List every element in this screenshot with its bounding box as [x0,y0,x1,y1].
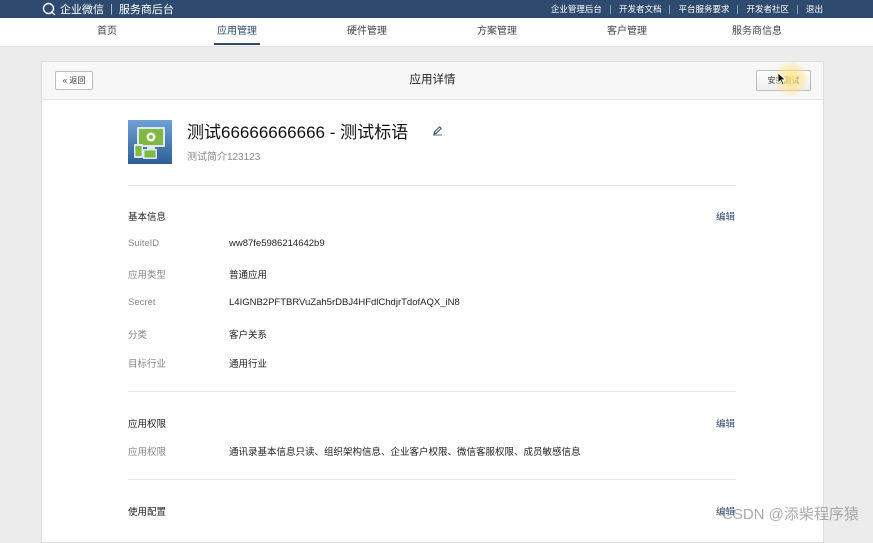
divider [128,391,736,392]
permissions-label: 应用权限 [128,447,167,458]
app-intro: 测试简介123123 [187,152,261,163]
brand-section: 服务商后台 [118,4,174,16]
category-value: 客户关系 [229,330,268,341]
link-dev-docs[interactable]: 开发者文档 [611,4,671,14]
divider [128,479,736,480]
link-logout[interactable]: 退出 [798,4,823,14]
main-nav: 首页 应用管理 硬件管理 方案管理 客户管理 服务商信息 [0,18,873,47]
link-dev-community[interactable]: 开发者社区 [738,4,798,14]
back-button[interactable]: « 返回 [55,71,93,90]
top-bar: 企业微信 | 服务商后台 企业管理后台 开发者文档 平台服务要求 开发者社区 退… [0,0,873,18]
nav-provider-info[interactable]: 服务商信息 [732,18,782,46]
app-type-value: 普通应用 [229,270,268,281]
edit-permissions-link[interactable]: 编辑 [716,416,735,430]
nav-hardware-management[interactable]: 硬件管理 [347,18,387,46]
brand-separator: | [110,3,113,15]
app-name: 测试66666666666 - 测试标语 [187,123,409,142]
section-usage-config-title: 使用配置 [128,507,167,518]
app-icon [128,120,172,164]
suite-id-value: ww87fe5986214642b9 [229,238,325,249]
industry-value: 通用行业 [229,359,268,370]
nav-home[interactable]: 首页 [97,18,117,46]
nav-customer-management[interactable]: 客户管理 [607,18,647,46]
nav-solution-management[interactable]: 方案管理 [477,18,517,46]
section-permissions-title: 应用权限 [128,419,167,430]
brand-name: 企业微信 [60,4,104,16]
link-enterprise-admin[interactable]: 企业管理后台 [543,4,611,14]
permissions-value: 通讯录基本信息只读、组织架构信息、企业客户权限、微信客服权限、成员敏感信息 [229,447,581,458]
nav-app-management[interactable]: 应用管理 [214,18,260,46]
page-title: 应用详情 [409,74,456,86]
divider [128,185,736,186]
industry-label: 目标行业 [128,359,167,370]
secret-label: Secret [128,297,156,308]
app-type-label: 应用类型 [128,270,167,281]
edit-basic-info-link[interactable]: 编辑 [716,209,735,223]
card-header: 应用详情 « 返回 安装测试 [42,62,823,100]
edit-pencil-icon[interactable] [432,125,443,136]
brand[interactable]: 企业微信 | 服务商后台 [42,0,174,18]
secret-value: L4IGNB2PFTBRVuZah5rDBJ4HFdlChdjrTdofAQX_… [229,297,460,308]
category-label: 分类 [128,330,148,341]
watermark: CSDN @添柴程序猿 [722,506,859,523]
section-basic-info-title: 基本信息 [128,212,167,223]
wecom-logo-icon [42,2,56,16]
mouse-pointer-icon [777,72,787,86]
suite-id-label: SuiteID [128,238,160,249]
link-platform-requirements[interactable]: 平台服务要求 [670,4,739,14]
top-links: 企业管理后台 开发者文档 平台服务要求 开发者社区 退出 [543,0,823,18]
